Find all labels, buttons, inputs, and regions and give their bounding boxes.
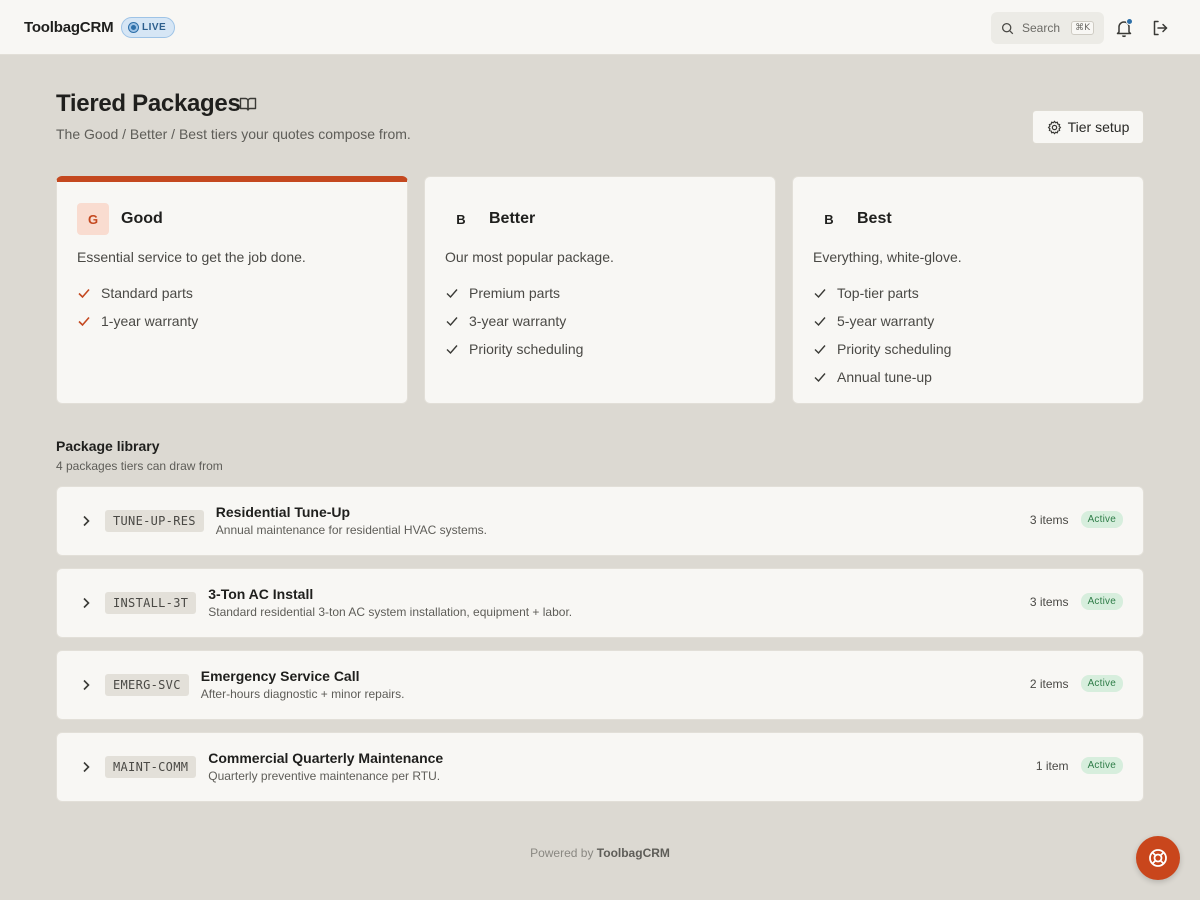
live-label: LIVE [142,22,167,33]
tier-feature: Standard parts [77,279,198,307]
check-icon [446,317,458,327]
package-row[interactable]: TUNE-UP-RES Residential Tune-Up Annual m… [56,486,1144,556]
tier-feature: Top-tier parts [813,279,951,307]
tier-feature: 3-year warranty [445,307,583,335]
package-row[interactable]: EMERG-SVC Emergency Service Call After-h… [56,650,1144,720]
tier-feature: Premium parts [445,279,583,307]
package-row[interactable]: MAINT-COMM Commercial Quarterly Maintena… [56,732,1144,802]
feature-label: Annual tune-up [837,369,932,385]
library-subtitle: 4 packages tiers can draw from [56,459,223,473]
page-subtitle: The Good / Better / Best tiers your quot… [56,126,411,142]
tier-feature: Priority scheduling [445,335,583,363]
feature-label: Priority scheduling [469,341,584,357]
package-name: Emergency Service Call [200,668,360,684]
check-icon [814,317,826,327]
tier-setup-button[interactable]: Tier setup [1032,110,1144,144]
package-description: After-hours diagnostic + minor repairs. [200,687,405,701]
help-button[interactable] [1136,836,1180,880]
package-code: INSTALL-3T [105,592,197,614]
search-button[interactable]: Search ⌘K [991,12,1104,44]
tier-feature: Annual tune-up [813,363,951,391]
chevron-right-icon[interactable] [79,760,93,774]
check-icon [78,288,90,299]
lifebuoy-icon [1149,849,1167,867]
chevron-right-icon[interactable] [79,514,93,528]
check-icon [814,345,826,355]
footer-brand-link[interactable]: ToolbagCRM [597,846,670,860]
feature-label: 1-year warranty [101,313,199,329]
search-shortcut: ⌘K [1071,21,1094,35]
feature-label: Top-tier parts [837,285,919,301]
book-icon[interactable] [239,96,257,112]
status-badge: Active [1080,593,1123,610]
notification-dot [1126,18,1133,25]
check-icon [78,316,90,327]
tier-description: Everything, white-glove. [813,249,962,265]
live-badge: LIVE [121,17,176,38]
top-bar: ToolbagCRM LIVE Search ⌘K [0,0,1200,55]
feature-label: 3-year warranty [469,313,567,329]
tier-name: Best [857,210,892,227]
tier-card-better[interactable]: B Better Our most popular package. Premi… [424,176,776,404]
check-icon [814,373,826,383]
tier-card-best[interactable]: B Best Everything, white-glove. Top-tier… [792,176,1144,404]
footer-prefix: Powered by [530,846,594,860]
tier-letter-badge: B [824,211,834,227]
package-code: MAINT-COMM [105,756,197,778]
feature-label: Standard parts [101,285,193,301]
package-item-count: 2 items [1029,676,1069,691]
package-code: EMERG-SVC [105,674,189,696]
tier-feature: 1-year warranty [77,307,198,335]
chevron-right-icon[interactable] [79,678,93,692]
package-description: Standard residential 3-ton AC system ins… [208,605,573,619]
check-icon [814,289,826,299]
brand-name[interactable]: ToolbagCRM [24,19,114,36]
check-icon [446,345,458,355]
package-item-count: 1 item [1035,758,1069,773]
tier-feature: Priority scheduling [813,335,951,363]
gear-icon [1047,119,1061,135]
tier-letter-badge: B [456,211,466,227]
package-description: Annual maintenance for residential HVAC … [215,523,488,537]
package-row[interactable]: INSTALL-3T 3-Ton AC Install Standard res… [56,568,1144,638]
package-item-count: 3 items [1029,512,1069,527]
package-name: Residential Tune-Up [215,504,351,520]
status-badge: Active [1080,757,1123,774]
tier-name: Good [121,210,163,227]
library-title: Package library [56,438,160,454]
tier-description: Our most popular package. [445,249,614,265]
live-dot-icon [129,23,138,32]
status-badge: Active [1080,511,1123,528]
tier-setup-label: Tier setup [1067,119,1130,135]
footer: Powered by ToolbagCRM [0,846,1200,860]
tier-feature: 5-year warranty [813,307,951,335]
chevron-right-icon[interactable] [79,596,93,610]
package-item-count: 3 items [1029,594,1069,609]
tier-feature-list: Standard parts 1-year warranty [77,279,198,335]
package-description: Quarterly preventive maintenance per RTU… [208,769,441,783]
feature-label: Priority scheduling [837,341,952,357]
tier-card-good[interactable]: G Good Essential service to get the job … [56,176,408,404]
package-name: 3-Ton AC Install [208,586,314,602]
tier-description: Essential service to get the job done. [77,249,306,265]
status-badge: Active [1080,675,1123,692]
search-placeholder: Search [1022,21,1061,35]
check-icon [446,289,458,299]
tier-feature-list: Top-tier parts 5-year warranty Priority … [813,279,951,391]
tier-letter-badge: G [77,203,109,235]
feature-label: 5-year warranty [837,313,935,329]
tier-name: Better [489,210,536,227]
feature-label: Premium parts [469,285,561,301]
logout-icon[interactable] [1150,18,1170,38]
package-name: Commercial Quarterly Maintenance [208,750,444,766]
page-title: Tiered Packages [56,90,241,117]
tier-feature-list: Premium parts 3-year warranty Priority s… [445,279,583,363]
search-icon [1001,22,1014,34]
package-code: TUNE-UP-RES [105,510,204,532]
